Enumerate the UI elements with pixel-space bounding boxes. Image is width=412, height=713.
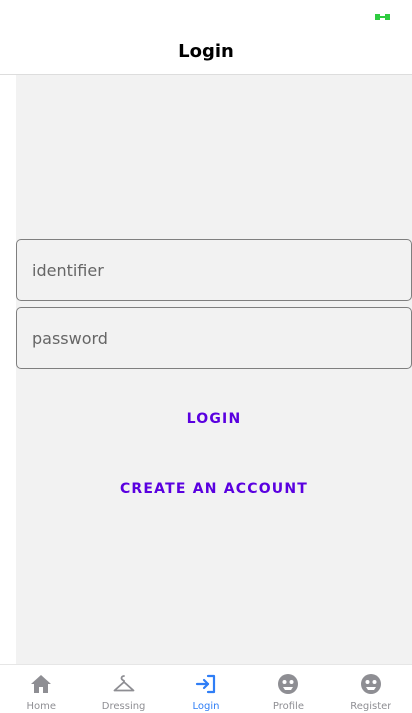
tab-register-label: Register (350, 701, 392, 711)
password-input[interactable] (32, 308, 411, 368)
identifier-input[interactable] (32, 240, 411, 300)
tab-dressing-label: Dressing (101, 701, 146, 711)
tab-register[interactable]: Register (330, 665, 412, 713)
login-icon (195, 674, 216, 694)
login-form-area: LOGIN CREATE AN ACCOUNT (16, 75, 412, 664)
status-bar (0, 0, 412, 28)
profile-icon (278, 674, 299, 694)
app-header: Login (0, 28, 412, 75)
bottom-tab-bar: Home Dressing Login Profile Register (0, 664, 412, 713)
login-button[interactable]: LOGIN (16, 402, 412, 436)
tab-profile[interactable]: Profile (247, 665, 329, 713)
battery-icon (375, 14, 390, 20)
home-icon (31, 675, 52, 693)
tab-home[interactable]: Home (0, 665, 82, 713)
hanger-icon (113, 675, 135, 692)
tab-profile-label: Profile (272, 701, 304, 711)
tab-dressing[interactable]: Dressing (82, 665, 164, 713)
page-title: Login (178, 40, 234, 62)
tab-home-label: Home (26, 701, 56, 711)
register-icon (360, 674, 381, 694)
tab-login-label: Login (192, 701, 220, 711)
identifier-field-container (16, 239, 412, 301)
create-account-button[interactable]: CREATE AN ACCOUNT (16, 472, 412, 506)
password-field-container (16, 307, 412, 369)
tab-login[interactable]: Login (165, 665, 247, 713)
